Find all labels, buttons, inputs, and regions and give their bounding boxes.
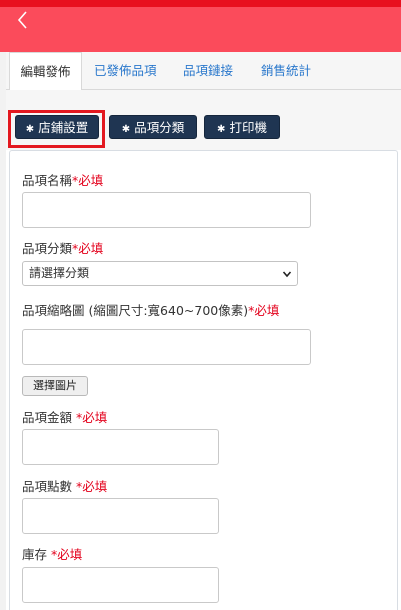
amount-input[interactable] [22,429,219,465]
thumbnail-input[interactable] [22,329,311,365]
choose-image-button[interactable]: 選擇圖片 [22,376,88,396]
item-name-label: 品項名稱*必填 [22,173,104,188]
item-category-field-label: 品項分類*必填 [22,241,104,256]
thumbnail-label: 品項縮略圖 (縮圖尺寸:寬640~700像素)*必填 [22,303,280,318]
header-top-line [0,0,401,7]
gear-icon: ✱ [217,124,226,135]
required-mark: *必填 [72,173,104,188]
item-category-label: 品項分類 [134,120,185,135]
points-label: 品項點數 *必填 [22,479,108,494]
required-mark: *必填 [75,479,108,494]
tab-item-links[interactable]: 品項鏈接 [183,52,233,90]
stock-input[interactable] [22,567,219,603]
app-header [0,0,401,52]
tab-sales-stats[interactable]: 銷售統計 [261,52,311,90]
item-category-select-value: 請選擇分類 [29,266,90,280]
tab-bar: 編輯發佈 已發佈品項 品項鏈接 銷售統計 [6,52,401,91]
chevron-down-icon [282,271,292,278]
item-name-input[interactable] [22,192,311,228]
tab-edit-publish[interactable]: 編輯發佈 [9,52,82,91]
amount-label: 品項金額 *必填 [22,410,108,425]
required-mark: *必填 [248,303,280,318]
printer-button[interactable]: ✱ 打印機 [204,115,280,139]
gear-icon: ✱ [121,124,131,135]
printer-label: 打印機 [229,120,267,135]
highlight-box [8,110,105,148]
required-mark: *必填 [75,410,108,425]
required-mark: *必填 [50,547,83,562]
stock-label: 庫存 *必填 [22,547,83,562]
required-mark: *必填 [72,241,104,256]
chevron-left-icon[interactable] [14,9,32,31]
tab-published-items[interactable]: 已發佈品項 [94,52,157,90]
item-category-select[interactable]: 請選擇分類 [22,261,298,286]
points-input[interactable] [22,498,219,534]
item-category-button[interactable]: ✱ 品項分類 [109,115,197,139]
